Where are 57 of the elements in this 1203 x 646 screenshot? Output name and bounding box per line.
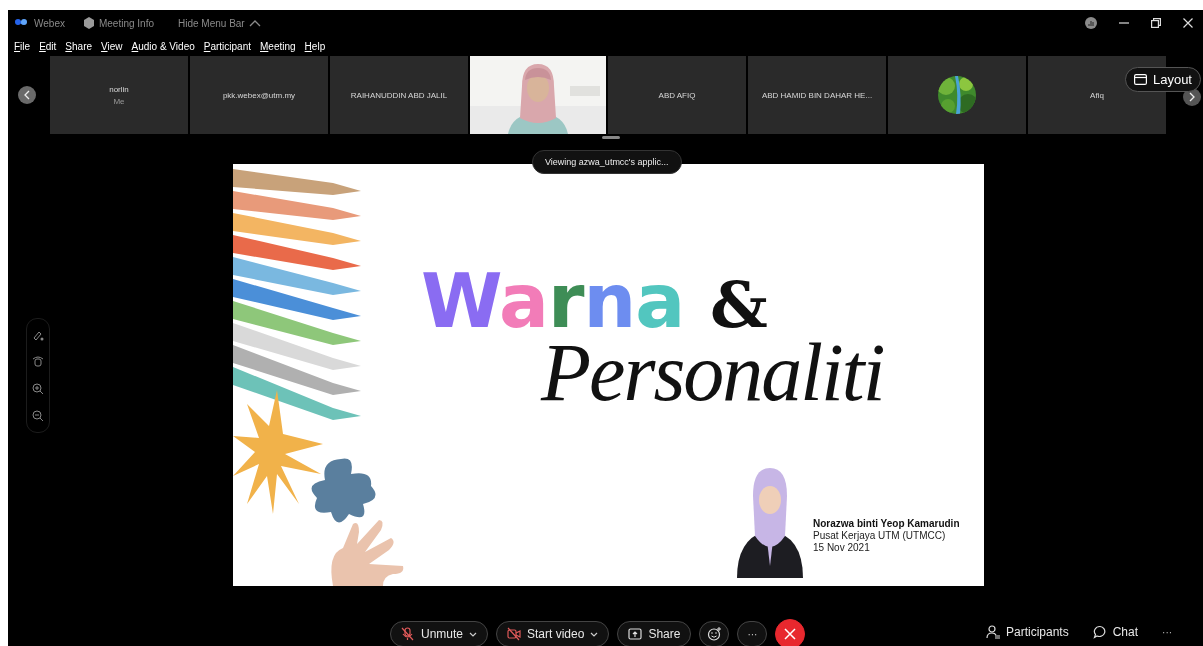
participant-name: pkk.webex@utm.my <box>222 90 296 100</box>
presentation-date: 15 Nov 2021 <box>813 542 871 554</box>
layout-icon <box>1133 74 1147 85</box>
reactions-button[interactable] <box>699 621 730 646</box>
video-off-icon <box>507 627 522 641</box>
unmute-button[interactable]: Unmute <box>390 621 489 646</box>
participant-label: Me <box>113 96 125 106</box>
menu-item[interactable]: Help <box>304 40 326 52</box>
participant-tile[interactable]: ABD AFIQ <box>608 56 746 134</box>
menu-item[interactable]: File <box>14 40 31 52</box>
chat-bubble-icon <box>1092 625 1107 639</box>
menu-item[interactable]: Meeting <box>260 40 296 52</box>
participant-name: ABD AFIQ <box>658 90 696 100</box>
menu-item[interactable]: Audio & Video <box>131 40 195 52</box>
participant-tile[interactable]: ABD HAMID BIN DAHAR HE... <box>748 56 886 134</box>
presenter-name: Norazwa binti Yeop Kamarudin <box>813 518 960 530</box>
participant-name: Afiq <box>1090 90 1104 100</box>
participant-name: norlin <box>109 84 129 94</box>
start-video-button[interactable]: Start video <box>496 621 610 646</box>
gem-icon <box>82 17 95 29</box>
close-icon[interactable] <box>1183 18 1193 28</box>
chevron-right-icon <box>1189 92 1195 102</box>
zoom-in-icon[interactable] <box>32 382 44 395</box>
previous-button[interactable] <box>18 86 36 104</box>
presenter-organisation: Pusat Kerjaya UTM (UTMCC) <box>813 530 947 542</box>
more-button[interactable]: ··· <box>1160 621 1175 643</box>
menu-item[interactable]: View <box>101 40 123 52</box>
smiley-icon <box>707 627 722 641</box>
app-name: Webex <box>34 17 65 29</box>
drag-handle[interactable] <box>602 136 620 139</box>
layout-button[interactable]: Layout <box>1124 67 1201 92</box>
participant-tile[interactable]: pkk.webex@utm.my <box>190 56 328 134</box>
participant-name: RAIHANUDDIN ABD JALIL <box>350 90 448 100</box>
chevron-up-icon <box>248 19 261 27</box>
menu-item[interactable]: Edit <box>39 40 57 52</box>
remote-control-icon[interactable] <box>32 355 44 368</box>
zoom-out-icon[interactable] <box>32 409 44 422</box>
restore-icon[interactable] <box>1151 18 1161 28</box>
share-button[interactable]: Share <box>617 621 692 646</box>
person-list-icon <box>986 625 1000 639</box>
meeting-info-button[interactable]: Meeting Info <box>82 17 154 29</box>
menu-item[interactable]: Participant <box>203 40 251 52</box>
menu-item[interactable]: Share <box>65 40 93 52</box>
leave-meeting-button[interactable] <box>775 619 806 646</box>
participants-button[interactable]: Participants <box>984 621 1071 643</box>
chat-button[interactable]: Chat <box>1090 621 1141 643</box>
share-screen-icon <box>628 627 643 641</box>
participant-tile[interactable]: norlin Me <box>50 56 188 134</box>
sharing-banner: Viewing azwa_utmcc's applic... <box>532 150 682 174</box>
more-button[interactable]: ··· <box>737 621 768 646</box>
hide-menu-bar-button[interactable]: Hide Menu Bar <box>178 17 261 29</box>
muted-microphone-icon <box>401 627 415 641</box>
participant-tile[interactable]: RAIHANUDDIN ABD JALIL <box>330 56 468 134</box>
chevron-left-icon <box>24 90 30 100</box>
webex-logo-icon <box>14 18 28 28</box>
close-icon <box>783 627 798 641</box>
participant-name: ABD HAMID BIN DAHAR HE... <box>761 90 873 100</box>
